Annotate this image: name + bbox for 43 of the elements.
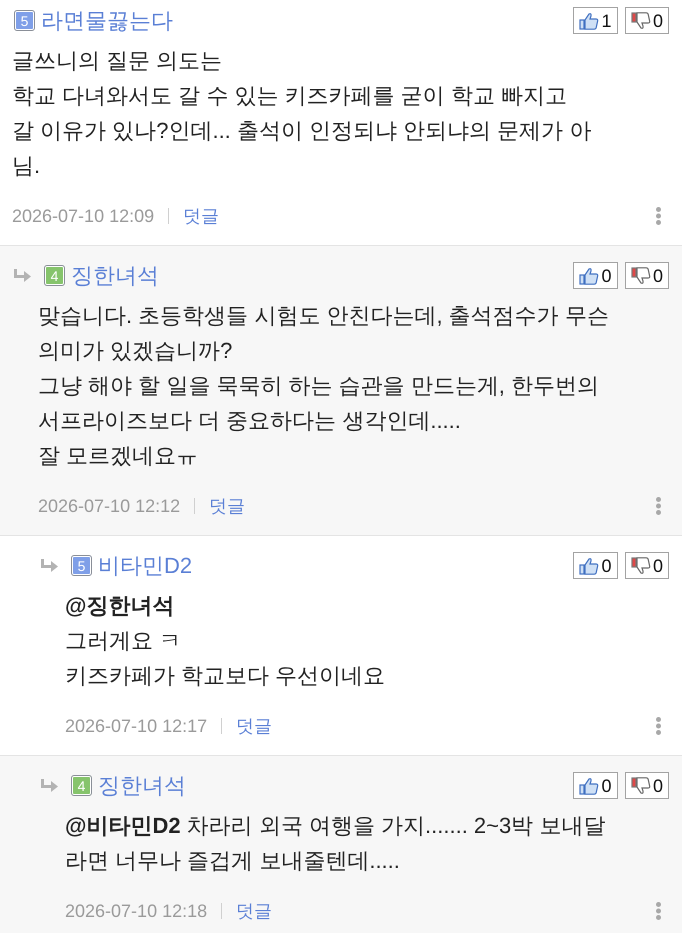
comment-date: 2026-07-10 12:09 <box>12 206 154 226</box>
thumbs-down-icon <box>630 266 651 284</box>
comment-text: 맞습니다. 초등학생들 시험도 안친다는데, 출석점수가 무슨 의미가 있겠습니까? 그냥 해야 할 일을 묵묵히 하는 습관을 만드는게, 한두번의 서프라이즈보다 더 중요하다는 생각인데..... 잘 모르겠네요ㅠ <box>37 302 610 470</box>
comment-date: 2026-07-10 12:18 <box>65 901 208 921</box>
dislike-button[interactable]: 0 <box>625 772 669 799</box>
more-options-icon[interactable] <box>656 902 661 920</box>
thumbs-up-icon <box>579 266 600 284</box>
dislike-button[interactable]: 0 <box>625 7 669 34</box>
comment-date: 2026-07-10 12:17 <box>65 716 208 736</box>
thumbs-down-icon <box>630 556 651 574</box>
thumbs-up-icon <box>579 12 600 30</box>
like-button[interactable]: 0 <box>573 552 618 579</box>
author-name[interactable]: 징한녀석 <box>71 262 159 289</box>
dislike-button[interactable]: 0 <box>625 262 669 289</box>
dislike-button[interactable]: 0 <box>625 552 669 579</box>
author-name[interactable]: 징한녀석 <box>98 772 186 799</box>
level-badge: 4 <box>44 265 65 286</box>
reply-arrow-icon <box>39 558 59 573</box>
thumbs-up-icon <box>579 556 600 574</box>
thumbs-up-icon <box>579 776 600 794</box>
like-button[interactable]: 0 <box>573 772 618 799</box>
level-badge: 5 <box>71 555 92 576</box>
like-button[interactable]: 1 <box>573 7 618 34</box>
reply-link[interactable]: 덧글 <box>209 496 246 516</box>
comment-text: @징한녀석 그러게요 ㅋ 키즈카페가 학교보다 우선이네요 <box>64 592 386 690</box>
comment-text: 글쓰니의 질문 의도는 학교 다녀와서도 갈 수 있는 키즈카페를 굳이 학교 빠지고 갈 이유가 있나?인데... 출석이 인정되냐 안되냐의 문제가 아 님. <box>11 47 592 180</box>
author-name[interactable]: 비타민D2 <box>98 552 192 579</box>
comment-text: @비타민D2 차라리 외국 여행을 가지....... 2~3박 보내달 라면 너무나 즐겁게 보내줄텐데..... <box>64 812 606 875</box>
reply-link[interactable]: 덧글 <box>183 206 220 226</box>
like-button[interactable]: 0 <box>573 262 618 289</box>
level-badge: 5 <box>14 10 35 31</box>
author-name[interactable]: 라면물끓는다 <box>41 7 173 34</box>
reply-link[interactable]: 덧글 <box>236 716 272 736</box>
reply-arrow-icon <box>39 778 59 793</box>
reply-link[interactable]: 덧글 <box>236 901 272 921</box>
more-options-icon[interactable] <box>656 207 661 225</box>
thumbs-down-icon <box>630 12 651 30</box>
thumbs-down-icon <box>630 776 651 794</box>
level-badge: 4 <box>71 775 92 796</box>
reply-arrow-icon <box>12 268 32 283</box>
comment-date: 2026-07-10 12:12 <box>38 496 180 516</box>
more-options-icon[interactable] <box>656 717 661 735</box>
more-options-icon[interactable] <box>656 497 661 515</box>
